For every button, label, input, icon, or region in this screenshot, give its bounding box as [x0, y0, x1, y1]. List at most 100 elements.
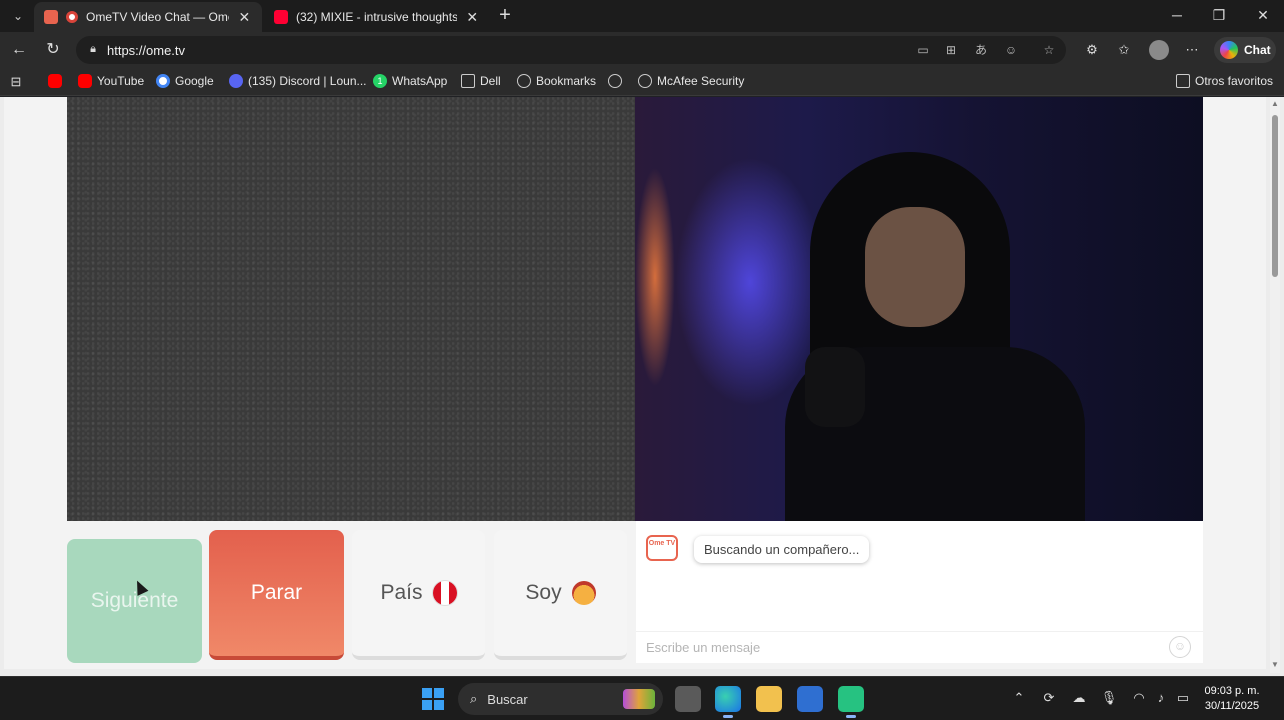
country-button[interactable]: País — [352, 530, 485, 660]
bookmark-other-favorites[interactable]: Otros favoritos — [1176, 74, 1273, 88]
bookmark-globe[interactable] — [608, 74, 622, 88]
site-info-icon[interactable]: 🔒︎ — [86, 42, 100, 56]
file-explorer-icon[interactable] — [756, 686, 782, 712]
globe-icon — [517, 74, 531, 88]
tab-actions-menu-icon[interactable]: ⌄ — [6, 5, 30, 27]
profile-avatar[interactable] — [1149, 40, 1169, 60]
bookmark-dell[interactable]: Dell — [461, 74, 501, 88]
bookmark-label: Dell — [480, 74, 501, 88]
bookmark-label: Otros favoritos — [1195, 74, 1274, 88]
bookmark-discord[interactable]: (135) Discord | Loun... — [229, 74, 367, 88]
tab-strip: ⌄ OmeTV Video Chat — Omeg ✕ (32) MIXIE -… — [0, 0, 1284, 32]
scroll-up-icon[interactable]: ▲ — [1271, 99, 1279, 108]
sync-icon[interactable]: ⟳ — [1040, 690, 1058, 706]
message-input[interactable] — [646, 640, 1146, 655]
tab-youtube[interactable]: (32) MIXIE - intrusive thoughts (O ✕ — [264, 2, 490, 32]
globe-icon — [638, 74, 652, 88]
ometv-logo: Ome TV — [646, 535, 678, 561]
app-available-icon[interactable]: ⊞ — [942, 42, 960, 58]
more-options-icon[interactable]: ⋯ — [1182, 40, 1202, 60]
bookmark-label: YouTube — [97, 74, 145, 88]
stop-button[interactable]: Parar — [209, 530, 344, 660]
taskbar-search[interactable]: ⌕ Buscar — [458, 683, 663, 715]
microphone-icon[interactable]: 🎙︎ — [1100, 690, 1118, 706]
search-icon: ⌕ — [470, 691, 478, 706]
folder-icon — [1176, 74, 1190, 88]
bookmark-bookmarks[interactable]: Bookmarks — [517, 74, 596, 88]
bookmarks-bar: ⊟ YouTube Google (135) Discord | Loun...… — [0, 68, 1284, 96]
clock-time: 09:03 p. m. — [1204, 685, 1260, 697]
peru-flag-icon — [432, 581, 457, 605]
copilot-icon — [1220, 41, 1238, 59]
bookmark-label: WhatsApp — [392, 74, 448, 88]
close-tab-icon[interactable]: ✕ — [237, 9, 252, 26]
bookmark-mcafee[interactable]: McAfee Security — [638, 74, 744, 88]
recorder-app-icon[interactable] — [838, 686, 864, 718]
reading-mode-icon[interactable]: ☺ — [1002, 42, 1020, 58]
wifi-icon[interactable]: ◠ — [1130, 690, 1148, 706]
bookmark-google[interactable]: Google — [156, 74, 214, 88]
system-clock[interactable]: 09:03 p. m. 30/11/2025 — [1196, 684, 1268, 714]
refresh-icon[interactable]: ↻ — [42, 39, 64, 61]
scrollbar-thumb[interactable] — [1272, 115, 1278, 277]
tab-title: (32) MIXIE - intrusive thoughts (O — [296, 10, 457, 24]
camera-in-use-icon[interactable]: ▭ — [914, 42, 932, 58]
windows-taskbar: ⌕ Buscar ⌃ ⟳ ☁ 🎙︎ ◠ ♪ ▭ 09:03 p. m. 30/1… — [0, 676, 1284, 720]
close-window-icon[interactable]: ✕ — [1248, 4, 1278, 26]
volume-icon[interactable]: ♪ — [1152, 690, 1170, 705]
whatsapp-icon: 1 — [373, 74, 387, 88]
gender-button[interactable]: Soy — [494, 530, 627, 660]
youtube-favicon-icon — [274, 10, 288, 24]
minimize-icon[interactable]: ─ — [1162, 4, 1192, 26]
boy-emoji-icon — [571, 581, 596, 605]
new-tab-icon[interactable]: + — [494, 4, 516, 26]
bookmark-youtube[interactable]: YouTube — [78, 74, 144, 88]
favorite-star-icon[interactable]: ☆ — [1040, 42, 1058, 58]
status-message: Buscando un compañero... — [694, 536, 870, 563]
search-highlight-icon — [623, 689, 655, 709]
bookmark-youtube-short[interactable] — [48, 74, 62, 88]
translate-icon[interactable]: あ — [972, 42, 990, 58]
google-icon — [156, 74, 170, 88]
restore-icon[interactable]: ❐ — [1204, 4, 1234, 26]
recording-icon — [66, 11, 78, 23]
clock-date: 30/11/2025 — [1204, 700, 1260, 712]
browser-window: ⌄ OmeTV Video Chat — Omeg ✕ (32) MIXIE -… — [0, 0, 1284, 676]
globe-icon — [608, 74, 622, 88]
next-button[interactable]: Siguiente — [67, 539, 202, 663]
bookmark-whatsapp[interactable]: 1 WhatsApp — [373, 74, 447, 88]
folder-icon — [461, 74, 475, 88]
close-tab-icon[interactable]: ✕ — [465, 9, 480, 26]
bookmark-label: Google — [175, 74, 214, 88]
emoji-picker-icon[interactable]: ☺ — [1169, 636, 1191, 658]
self-camera-video — [635, 97, 1203, 521]
youtube-icon — [48, 74, 62, 88]
ometv-favicon-icon — [44, 10, 58, 24]
navigation-bar: ← ↻ 🔒︎ https://ome.tv ▭ ⊞ あ ☺ ☆ ⚙ ✩ ⋯ Ch… — [0, 32, 1284, 68]
edge-browser-icon[interactable] — [715, 686, 741, 718]
country-label: País — [380, 581, 423, 604]
extensions-icon[interactable]: ⚙ — [1082, 40, 1102, 60]
camera-scene-light — [635, 167, 675, 387]
url-text: https://ome.tv — [107, 43, 186, 58]
windows-start-icon[interactable] — [422, 688, 444, 710]
favorites-icon[interactable]: ✩ — [1114, 40, 1134, 60]
copilot-chat-button[interactable]: Chat — [1214, 37, 1276, 63]
task-view-icon[interactable] — [675, 686, 701, 712]
next-label: Siguiente — [90, 589, 179, 612]
workspaces-icon[interactable]: ⊟ — [6, 72, 26, 92]
gender-label: Soy — [525, 581, 562, 604]
vertical-scrollbar[interactable]: ▲ ▼ — [1270, 97, 1280, 673]
camera-person-face — [865, 207, 965, 327]
tab-ometv[interactable]: OmeTV Video Chat — Omeg ✕ — [34, 2, 262, 32]
camera-scene-light — [675, 157, 825, 407]
address-bar[interactable]: 🔒︎ https://ome.tv ▭ ⊞ あ ☺ ☆ — [76, 36, 1066, 64]
cloud-icon[interactable]: ☁ — [1070, 690, 1088, 706]
youtube-icon — [78, 74, 92, 88]
back-icon[interactable]: ← — [8, 39, 30, 61]
scroll-down-icon[interactable]: ▼ — [1271, 660, 1279, 669]
microsoft-store-icon[interactable] — [797, 686, 823, 712]
show-hidden-icons-icon[interactable]: ⌃ — [1010, 690, 1028, 706]
discord-icon — [229, 74, 243, 88]
battery-icon[interactable]: ▭ — [1174, 690, 1192, 706]
